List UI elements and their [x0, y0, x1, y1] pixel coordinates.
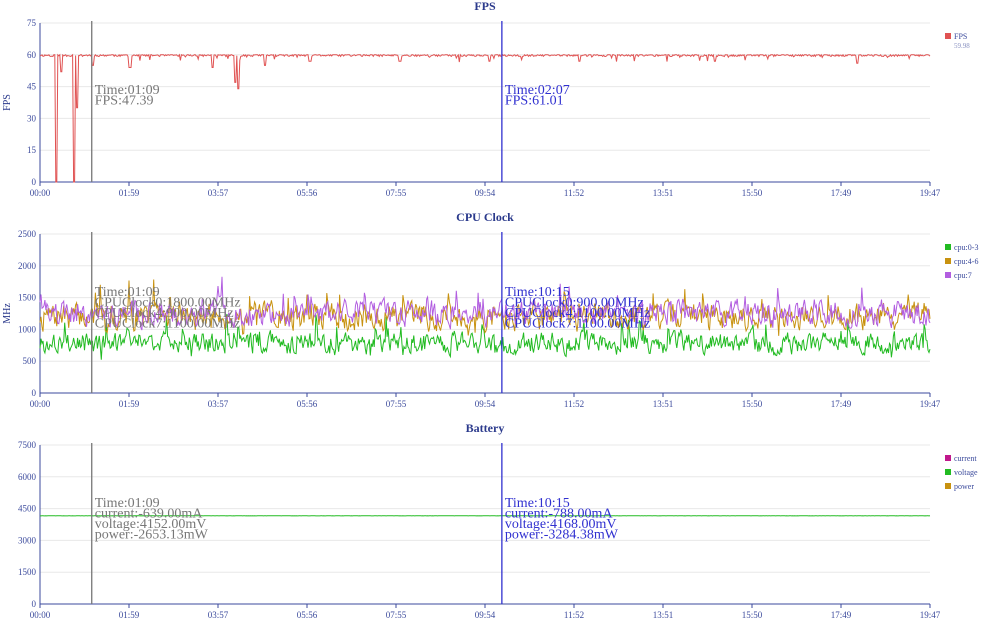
legend-entry: cpu:4-6 — [954, 257, 978, 266]
legend-entry: current — [954, 454, 977, 463]
y-tick-label: 4500 — [18, 504, 37, 514]
y-tick-label: 1500 — [18, 567, 37, 577]
y-tick-label: 2500 — [18, 229, 37, 239]
chart-title: Battery — [466, 421, 505, 435]
chart-title: CPU Clock — [456, 210, 514, 224]
y-tick-label: 75 — [27, 18, 37, 28]
chart-panel-2: CPU Clock MHz 0 500 1000 1500 2000 2500 00:00 01:… — [2, 210, 978, 409]
cursor-readout: CPUClock7:1100.00MHz — [95, 317, 240, 332]
legend-swatch — [945, 244, 951, 250]
cursor-readout: power:-2653.13mW — [95, 528, 209, 543]
legend-entry: cpu:0-3 — [954, 243, 978, 252]
x-tick-label: 11:52 — [564, 399, 584, 409]
y-axis-label: FPS — [2, 94, 13, 111]
legend-entry: power — [954, 482, 974, 491]
x-tick-label: 00:00 — [30, 610, 51, 620]
performance-dashboard: FPS FPS 0 15 30 45 60 75 00:00 01:59 03:57 05:56 07:… — [0, 0, 1000, 630]
chart-title: FPS — [474, 0, 496, 13]
x-tick-label: 03:57 — [208, 610, 229, 620]
x-tick-label: 00:00 — [30, 399, 51, 409]
x-tick-label: 09:54 — [475, 188, 496, 198]
x-tick-label: 01:59 — [119, 399, 140, 409]
x-tick-label: 13:51 — [653, 610, 674, 620]
x-tick-label: 01:59 — [119, 188, 140, 198]
cursor-readout: CPUClock7:1100.00MHz — [505, 317, 650, 332]
y-tick-label: 7500 — [18, 440, 37, 450]
legend-entry: FPS — [954, 32, 967, 41]
legend-entry: voltage — [954, 468, 978, 477]
x-tick-label: 09:54 — [475, 399, 496, 409]
x-tick-label: 19:47 — [920, 188, 941, 198]
x-tick-label: 19:47 — [920, 610, 941, 620]
x-tick-label: 15:50 — [742, 188, 763, 198]
legend-swatch — [945, 258, 951, 264]
legend-swatch — [945, 455, 951, 461]
y-tick-label: 30 — [27, 113, 37, 123]
x-tick-label: 17:49 — [831, 188, 852, 198]
x-tick-label: 07:55 — [386, 610, 407, 620]
y-tick-label: 15 — [27, 145, 37, 155]
y-tick-label: 45 — [27, 82, 37, 92]
y-tick-label: 2000 — [18, 261, 37, 271]
chart-panel-3: Battery 0 1500 3000 4500 6000 7500 00:00 01:59 03… — [18, 421, 978, 620]
cursor-readout: FPS:47.39 — [95, 94, 154, 109]
cursor-readout: power:-3284.38mW — [505, 528, 619, 543]
x-tick-label: 07:55 — [386, 188, 407, 198]
x-tick-label: 05:56 — [297, 188, 318, 198]
x-tick-label: 17:49 — [831, 610, 852, 620]
x-tick-label: 05:56 — [297, 610, 318, 620]
x-tick-label: 00:00 — [30, 188, 51, 198]
x-tick-label: 01:59 — [119, 610, 140, 620]
cursor-readout: FPS:61.01 — [505, 94, 564, 109]
x-tick-label: 15:50 — [742, 399, 763, 409]
x-tick-label: 15:50 — [742, 610, 763, 620]
legend-swatch — [945, 469, 951, 475]
legend-swatch — [945, 483, 951, 489]
x-tick-label: 05:56 — [297, 399, 318, 409]
y-tick-label: 3000 — [18, 535, 37, 545]
legend-swatch — [945, 33, 951, 39]
x-tick-label: 03:57 — [208, 188, 229, 198]
legend-swatch — [945, 272, 951, 278]
x-tick-label: 11:52 — [564, 188, 584, 198]
x-tick-label: 11:52 — [564, 610, 584, 620]
x-tick-label: 13:51 — [653, 399, 674, 409]
y-tick-label: 0 — [32, 177, 37, 187]
y-tick-label: 0 — [32, 388, 37, 398]
x-tick-label: 03:57 — [208, 399, 229, 409]
y-tick-label: 0 — [32, 599, 37, 609]
y-axis-label: MHz — [2, 303, 13, 324]
x-tick-label: 09:54 — [475, 610, 496, 620]
x-tick-label: 13:51 — [653, 188, 674, 198]
y-tick-label: 6000 — [18, 472, 37, 482]
y-tick-label: 500 — [23, 356, 37, 366]
x-tick-label: 19:47 — [920, 399, 941, 409]
chart-panel-1: FPS FPS 0 15 30 45 60 75 00:00 01:59 03:57 05:56 07:… — [2, 0, 970, 198]
y-tick-label: 1000 — [18, 324, 37, 334]
legend-value: 59.98 — [954, 42, 970, 50]
y-tick-label: 1500 — [18, 293, 37, 303]
legend-entry: cpu:7 — [954, 271, 972, 280]
x-tick-label: 17:49 — [831, 399, 852, 409]
charts-canvas: FPS FPS 0 15 30 45 60 75 00:00 01:59 03:57 05:56 07:… — [0, 0, 1000, 630]
y-tick-label: 60 — [27, 50, 37, 60]
x-tick-label: 07:55 — [386, 399, 407, 409]
